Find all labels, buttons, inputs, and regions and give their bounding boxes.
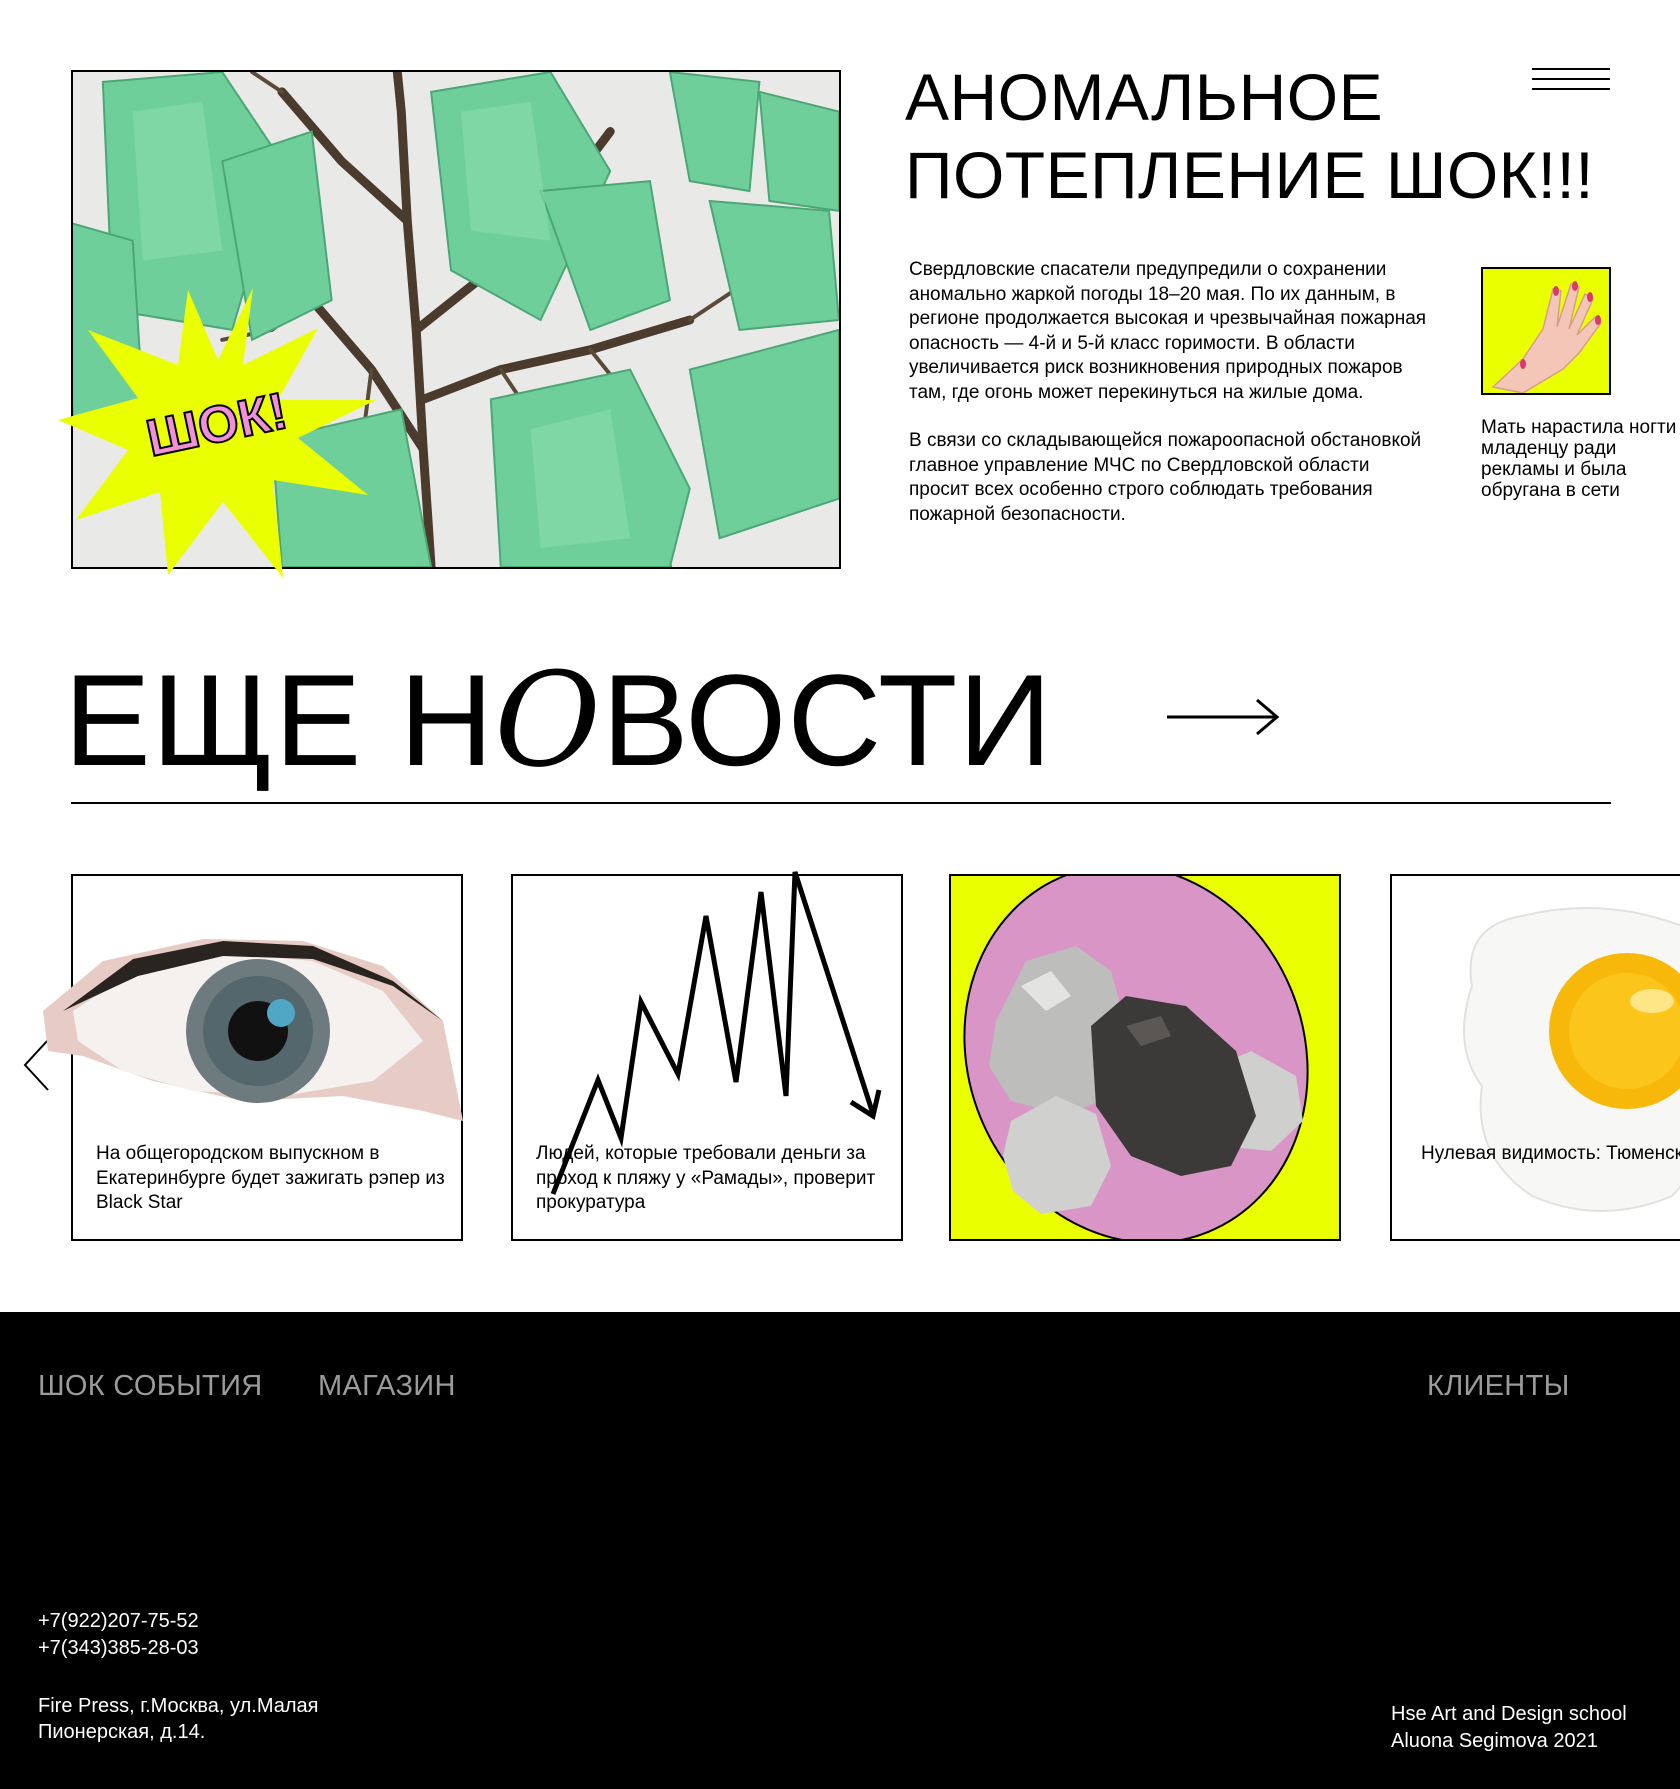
menu-icon [1532,68,1610,70]
zigzag-arrow-icon [550,871,882,1195]
news-card[interactable]: Людей, которые требовали деньги за прохо… [511,871,903,1241]
article-body: Свердловские спасатели предупредили о со… [909,258,1429,527]
side-news-caption[interactable]: Мать нарастила ногти младенцу ради рекла… [1481,417,1680,501]
news-card[interactable]: Нулевая видимость: Тюменский тракт перек… [1390,874,1680,1241]
footer-nav-shop[interactable]: МАГАЗИН [318,1370,456,1403]
arrow-right-icon [1167,698,1280,736]
footer-phone[interactable]: +7(343)385-28-03 [38,1635,199,1661]
footer: ШОК СОБЫТИЯ МАГАЗИН КЛИЕНТЫ +7(922)207-7… [0,1312,1680,1789]
more-news-title[interactable]: ЕЩЕ НOВОСТИ [64,650,1053,790]
article-paragraph: Свердловские спасатели предупредили о со… [909,259,1427,403]
footer-address: Fire Press, г.Москва, ул.Малая Пионерска… [38,1695,319,1743]
news-card[interactable] [949,874,1341,1241]
footer-credits: Hse Art and Design school Aluona Segimov… [1391,1703,1627,1752]
news-card-text: Нулевая видимость: Тюменский тракт перек… [1421,1143,1680,1164]
section-divider [71,802,1611,804]
footer-nav-shock-events[interactable]: ШОК СОБЫТИЯ [38,1370,262,1403]
eye-image [43,939,463,1121]
side-news-thumbnail[interactable] [1481,267,1611,395]
shock-sticker: ШОК! [58,280,378,580]
footer-phone[interactable]: +7(922)207-75-52 [38,1608,199,1634]
stones-image [951,876,1339,1239]
fried-egg-image [1463,907,1680,1212]
more-news-arrow-button[interactable] [1165,692,1281,742]
news-card-text: На общегородском выпускном в Екатеринбур… [96,1143,445,1213]
article-paragraph: В связи со складывающейся пожароопасной … [909,430,1422,525]
news-card[interactable]: На общегородском выпускном в Екатеринбур… [43,874,463,1241]
footer-nav-clients[interactable]: КЛИЕНТЫ [1427,1370,1570,1403]
article-headline: АНОМАЛЬНОЕ ПОТЕПЛЕНИЕ ШОК!!! [905,60,1595,212]
hand-image [1483,269,1609,393]
menu-button[interactable] [1532,68,1610,98]
